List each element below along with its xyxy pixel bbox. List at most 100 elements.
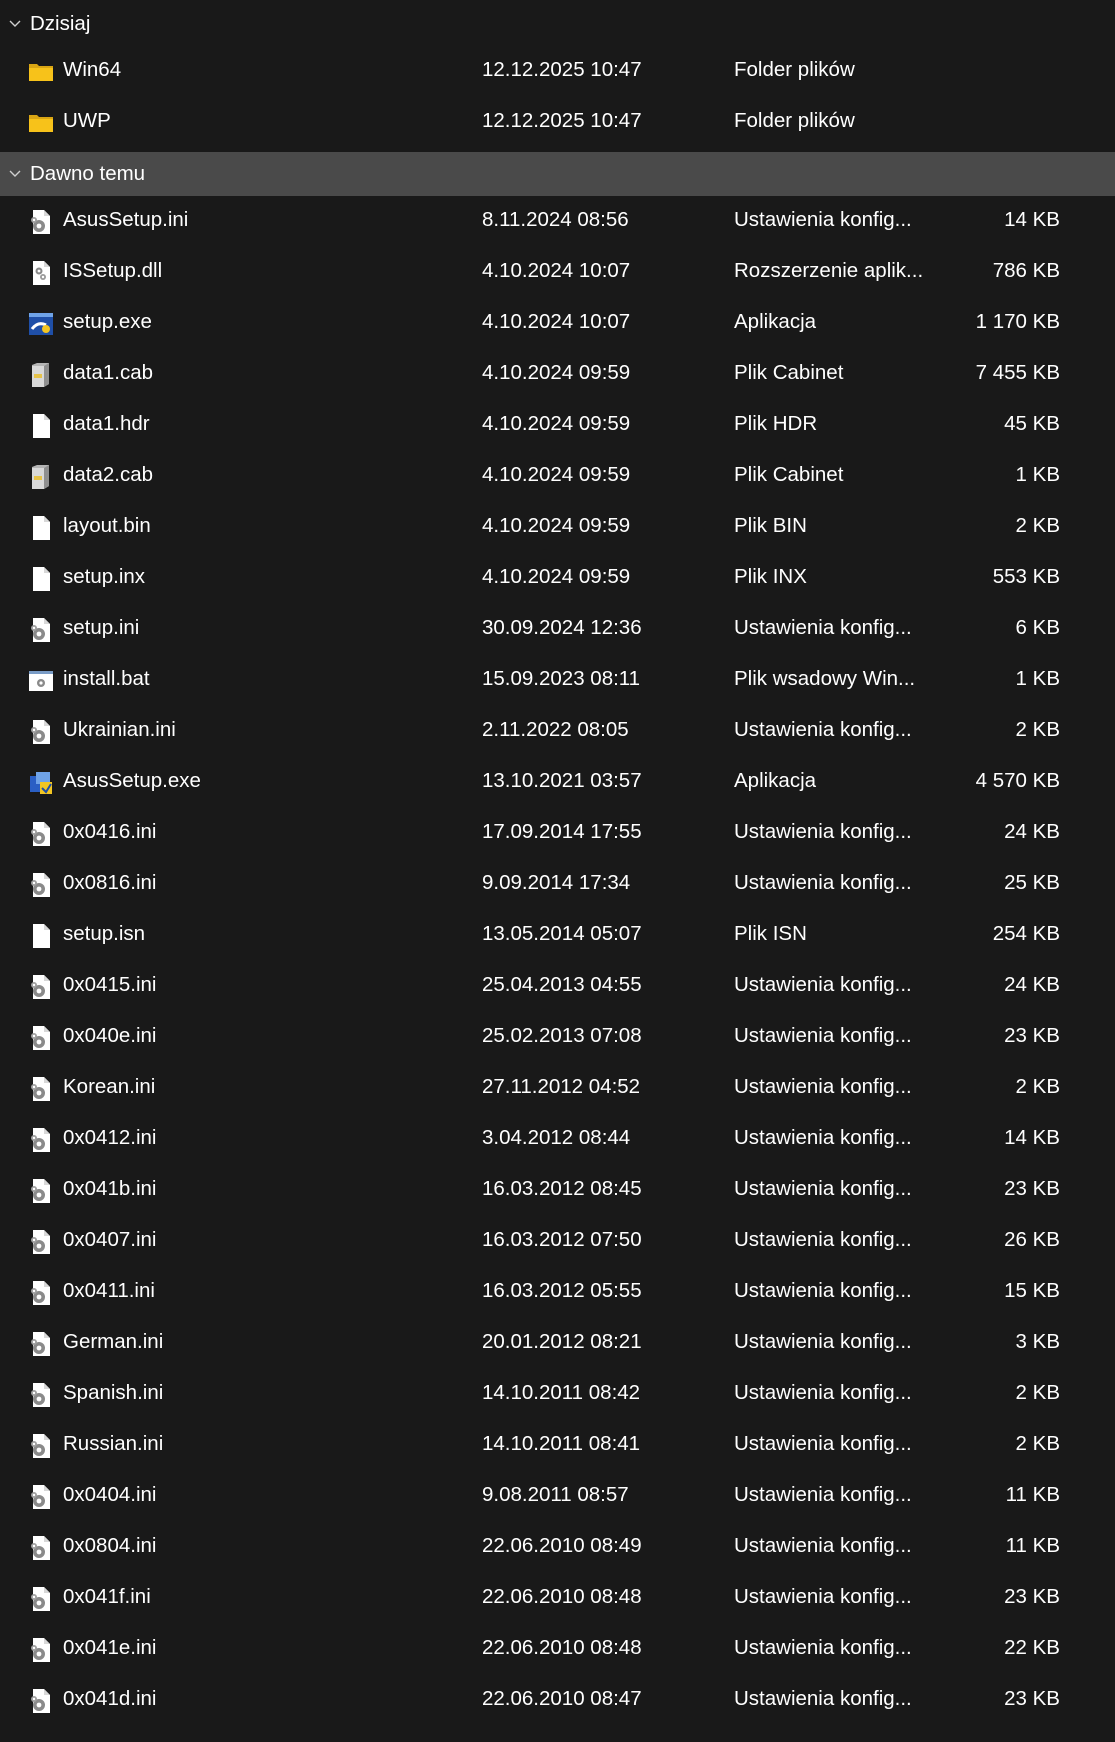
file-row[interactable]: Russian.ini 14.10.2011 08:41 Ustawienia ko… <box>0 1420 1115 1471</box>
group-label: Dzisiaj <box>30 12 91 35</box>
file-name: 0x041d.ini <box>63 1687 157 1710</box>
file-size: 4 570 KB <box>975 769 1060 792</box>
file-row[interactable]: Spanish.ini 14.10.2011 08:42 Ustawienia ko… <box>0 1369 1115 1420</box>
file-size: 1 170 KB <box>975 310 1060 333</box>
date-modified: 4.10.2024 09:59 <box>482 514 631 537</box>
group-label: Dawno temu <box>30 162 146 185</box>
file-row[interactable]: Win64 12.12.2025 10:47 Folder plików <box>0 46 1115 97</box>
file-size: 11 KB <box>1005 1483 1060 1506</box>
file-name: 0x0816.ini <box>63 871 157 894</box>
file-row[interactable]: AsusSetup.exe 13.10.2021 03:57 Aplikacja 4 … <box>0 757 1115 808</box>
file-row[interactable]: 0x041b.ini 16.03.2012 08:45 Ustawienia kon… <box>0 1165 1115 1216</box>
file-row[interactable]: 0x040e.ini 25.02.2013 07:08 Ustawienia kon… <box>0 1012 1115 1063</box>
cabinet-file-icon <box>28 464 54 490</box>
file-name: Win64 <box>63 58 122 81</box>
config-file-icon <box>28 1535 54 1561</box>
file-type: Ustawienia konfig... <box>734 1279 912 1302</box>
file-row[interactable]: 0x0412.ini 3.04.2012 08:44 Ustawienia konf… <box>0 1114 1115 1165</box>
file-row[interactable]: 0x0804.ini 22.06.2010 08:49 Ustawienia kon… <box>0 1522 1115 1573</box>
config-file-icon <box>28 1178 54 1204</box>
blank-file-icon <box>28 923 54 949</box>
file-row[interactable]: setup.inx 4.10.2024 09:59 Plik INX 553 KB <box>0 553 1115 604</box>
file-name: 0x0407.ini <box>63 1228 157 1251</box>
file-name: 0x0804.ini <box>63 1534 157 1557</box>
file-name: data1.cab <box>63 361 154 384</box>
config-file-icon <box>28 1586 54 1612</box>
date-modified: 22.06.2010 08:48 <box>482 1585 642 1608</box>
file-name: 0x041b.ini <box>63 1177 157 1200</box>
date-modified: 13.05.2014 05:07 <box>482 922 642 945</box>
file-size: 2 KB <box>1015 514 1060 537</box>
file-row[interactable]: ISSetup.dll 4.10.2024 10:07 Rozszerzenie a… <box>0 247 1115 298</box>
date-modified: 25.04.2013 04:55 <box>482 973 642 996</box>
file-type: Ustawienia konfig... <box>734 1177 912 1200</box>
file-row[interactable]: 0x0415.ini 25.04.2013 04:55 Ustawienia kon… <box>0 961 1115 1012</box>
file-name: 0x040e.ini <box>63 1024 157 1047</box>
file-type: Ustawienia konfig... <box>734 1381 912 1404</box>
file-row[interactable]: 0x041f.ini 22.06.2010 08:48 Ustawienia kon… <box>0 1573 1115 1624</box>
file-type: Ustawienia konfig... <box>734 871 912 894</box>
date-modified: 15.09.2023 08:11 <box>482 667 641 690</box>
file-name: setup.ini <box>63 616 140 639</box>
file-row[interactable]: Korean.ini 27.11.2012 04:52 Ustawienia kon… <box>0 1063 1115 1114</box>
file-row[interactable]: 0x0411.ini 16.03.2012 05:55 Ustawienia kon… <box>0 1267 1115 1318</box>
chevron-down-icon[interactable] <box>8 167 22 181</box>
file-type: Ustawienia konfig... <box>734 1024 912 1047</box>
file-row[interactable]: data1.hdr 4.10.2024 09:59 Plik HDR 45 KB <box>0 400 1115 451</box>
file-row[interactable]: AsusSetup.ini 8.11.2024 08:56 Ustawienia k… <box>0 196 1115 247</box>
file-row[interactable]: setup.isn 13.05.2014 05:07 Plik ISN 254 KB <box>0 910 1115 961</box>
file-type: Aplikacja <box>734 310 817 333</box>
config-file-icon <box>28 1382 54 1408</box>
file-size: 254 KB <box>992 922 1060 945</box>
file-row[interactable]: Ukrainian.ini 2.11.2022 08:05 Ustawienia k… <box>0 706 1115 757</box>
date-modified: 16.03.2012 07:50 <box>482 1228 642 1251</box>
date-modified: 9.08.2011 08:57 <box>482 1483 629 1506</box>
file-row[interactable]: data2.cab 4.10.2024 09:59 Plik Cabinet 1 KB <box>0 451 1115 502</box>
group-header-dawno-temu[interactable]: Dawno temu <box>0 152 1115 196</box>
file-type: Ustawienia konfig... <box>734 820 912 843</box>
file-row[interactable]: German.ini 20.01.2012 08:21 Ustawienia kon… <box>0 1318 1115 1369</box>
file-name: data2.cab <box>63 463 154 486</box>
blank-file-icon <box>28 413 54 439</box>
date-modified: 4.10.2024 09:59 <box>482 361 631 384</box>
file-row[interactable]: 0x041e.ini 22.06.2010 08:48 Ustawienia kon… <box>0 1624 1115 1675</box>
file-name: 0x0415.ini <box>63 973 157 996</box>
config-file-icon <box>28 1331 54 1357</box>
date-modified: 4.10.2024 10:07 <box>482 310 631 333</box>
file-type: Plik HDR <box>734 412 818 435</box>
file-size: 553 KB <box>992 565 1060 588</box>
date-modified: 9.09.2014 17:34 <box>482 871 631 894</box>
file-name: Korean.ini <box>63 1075 156 1098</box>
group-header-dzisiaj[interactable]: Dzisiaj <box>0 2 1115 46</box>
file-name: Spanish.ini <box>63 1381 164 1404</box>
file-row[interactable]: 0x0816.ini 9.09.2014 17:34 Ustawienia konf… <box>0 859 1115 910</box>
config-file-icon <box>28 821 54 847</box>
file-type: Ustawienia konfig... <box>734 1432 912 1455</box>
file-name: 0x0416.ini <box>63 820 157 843</box>
file-row[interactable]: layout.bin 4.10.2024 09:59 Plik BIN 2 KB <box>0 502 1115 553</box>
date-modified: 4.10.2024 09:59 <box>482 463 631 486</box>
file-row[interactable]: install.bat 15.09.2023 08:11 Plik wsadowy … <box>0 655 1115 706</box>
file-row[interactable]: data1.cab 4.10.2024 09:59 Plik Cabinet 7 45… <box>0 349 1115 400</box>
file-row[interactable]: 0x041d.ini 22.06.2010 08:47 Ustawienia kon… <box>0 1675 1115 1726</box>
file-row[interactable]: UWP 12.12.2025 10:47 Folder plików <box>0 97 1115 148</box>
installer-app-icon <box>28 770 54 796</box>
file-name: 0x041f.ini <box>63 1585 151 1608</box>
file-type: Ustawienia konfig... <box>734 1126 912 1149</box>
date-modified: 13.10.2021 03:57 <box>482 769 642 792</box>
file-row[interactable]: setup.exe 4.10.2024 10:07 Aplikacja 1 170 K… <box>0 298 1115 349</box>
file-size: 26 KB <box>1004 1228 1060 1251</box>
file-row[interactable]: setup.ini 30.09.2024 12:36 Ustawienia konf… <box>0 604 1115 655</box>
file-row[interactable]: 0x0404.ini 9.08.2011 08:57 Ustawienia konf… <box>0 1471 1115 1522</box>
file-type: Ustawienia konfig... <box>734 1483 912 1506</box>
date-modified: 22.06.2010 08:48 <box>482 1636 642 1659</box>
file-size: 2 KB <box>1015 1075 1060 1098</box>
chevron-down-icon[interactable] <box>8 17 22 31</box>
folder-icon <box>28 110 54 136</box>
file-row[interactable]: 0x0416.ini 17.09.2014 17:55 Ustawienia kon… <box>0 808 1115 859</box>
cabinet-file-icon <box>28 362 54 388</box>
file-row[interactable]: 0x0407.ini 16.03.2012 07:50 Ustawienia kon… <box>0 1216 1115 1267</box>
file-type: Aplikacja <box>734 769 817 792</box>
config-file-icon <box>28 974 54 1000</box>
file-type: Plik Cabinet <box>734 463 844 486</box>
